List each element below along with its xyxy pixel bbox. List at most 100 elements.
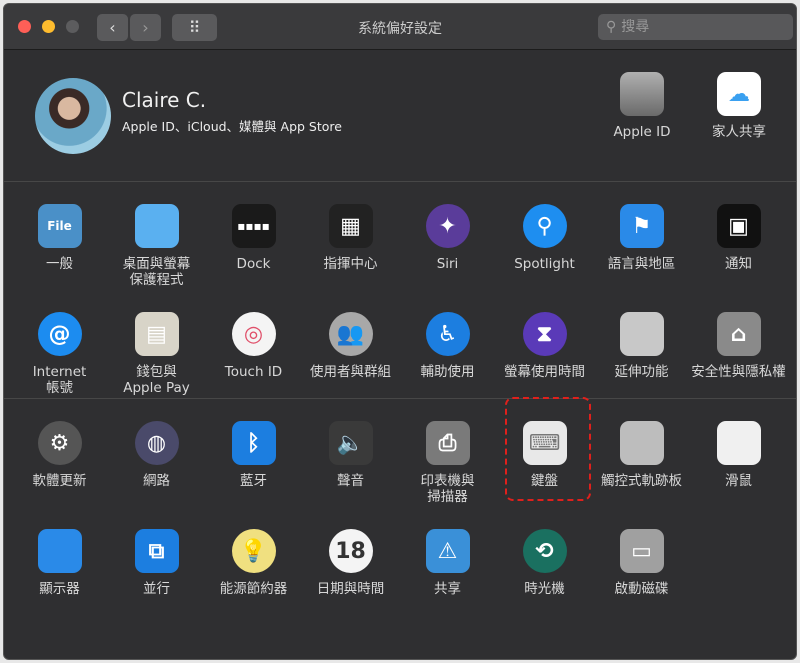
pref-label: 時光機: [524, 581, 565, 597]
pref-time-machine[interactable]: ⟲ 時光機: [496, 507, 593, 615]
pref-wallet[interactable]: ▤ 錢包與 Apple Pay: [108, 290, 205, 398]
pref-keyboard[interactable]: ⌨ 鍵盤: [496, 397, 593, 507]
accessibility-icon: ♿: [425, 312, 470, 356]
pref-label: Dock: [236, 256, 271, 272]
pref-label: 並行: [143, 581, 170, 597]
spotlight-icon: ⚲: [522, 204, 567, 248]
pref-spotlight[interactable]: ⚲ Spotlight: [496, 182, 593, 290]
displays-icon: [37, 529, 82, 573]
pref-extensions[interactable]: 延伸功能: [593, 290, 690, 398]
pref-energy-saver[interactable]: 💡 能源節約器: [205, 507, 302, 615]
pref-mission-control[interactable]: ▦ 指揮中心: [302, 182, 399, 290]
pref-security-privacy[interactable]: ⌂ 安全性與隱私權: [690, 290, 787, 398]
extensions-icon: [619, 312, 664, 356]
system-preferences-window: ‹ › ⠿ 系統偏好設定 ⚲ Claire C. Apple ID、iCloud…: [3, 3, 797, 660]
desktop-icon: [134, 204, 179, 248]
date-time-icon: 18: [328, 529, 373, 573]
user-name: Claire C.: [122, 88, 207, 112]
pref-label: 滑鼠: [725, 473, 752, 489]
pref-network[interactable]: ◍ 網路: [108, 399, 205, 507]
search-icon: ⚲: [606, 19, 617, 35]
pref-general[interactable]: File 一般: [11, 182, 108, 290]
pref-trackpad[interactable]: 觸控式軌跡板: [593, 399, 690, 507]
pref-label: Internet 帳號: [32, 364, 87, 396]
pref-label: 日期與時間: [316, 581, 385, 597]
dock-icon: ▪▪▪▪: [231, 204, 276, 248]
pref-apple-id[interactable]: Apple ID: [597, 72, 687, 140]
section-1: File 一般 桌面與螢幕 保護程式 ▪▪▪▪ Dock ▦ 指揮中心 ✦ Siri ⚲ Spotl…: [4, 182, 796, 399]
pref-users-groups[interactable]: 👥 使用者與群組: [302, 290, 399, 398]
network-icon: ◍: [134, 421, 179, 465]
pref-sound[interactable]: 🔈 聲音: [302, 399, 399, 507]
pref-label: Touch ID: [224, 364, 283, 380]
screen-time-icon: ⧗: [522, 312, 567, 356]
pref-bluetooth[interactable]: ᛒ 藍牙: [205, 399, 302, 507]
pref-label: 使用者與群組: [310, 364, 391, 380]
pref-mouse[interactable]: 滑鼠: [690, 399, 787, 507]
language-region-icon: ⚑: [619, 204, 664, 248]
sound-icon: 🔈: [328, 421, 373, 465]
pref-label: 軟體更新: [32, 473, 87, 489]
pref-startup-disk[interactable]: ▭ 啟動磁碟: [593, 507, 690, 615]
touch-id-icon: ◎: [231, 312, 276, 356]
pref-label: 觸控式軌跡板: [601, 473, 682, 489]
pref-date-time[interactable]: 18 日期與時間: [302, 507, 399, 615]
pref-label: 印表機與 掃描器: [420, 473, 475, 505]
pref-label: Spotlight: [514, 256, 575, 272]
pref-label: 共享: [434, 581, 461, 597]
pref-siri[interactable]: ✦ Siri: [399, 182, 496, 290]
search-input[interactable]: [621, 19, 772, 35]
startup-disk-icon: ▭: [619, 529, 664, 573]
apple-icon: [620, 72, 664, 116]
pref-printers-scanners[interactable]: ⎙ 印表機與 掃描器: [399, 399, 496, 507]
pref-software-update[interactable]: ⚙ 軟體更新: [11, 399, 108, 507]
pref-family-sharing[interactable]: ☁ 家人共享: [694, 72, 784, 140]
pref-label: 螢幕使用時間: [504, 364, 585, 380]
wallet-icon: ▤: [134, 312, 179, 356]
pref-label: 延伸功能: [614, 364, 669, 380]
mouse-icon: [716, 421, 761, 465]
search-field[interactable]: ⚲: [598, 14, 793, 40]
pref-label: Siri: [436, 256, 459, 272]
pref-accessibility[interactable]: ♿ 輔助使用: [399, 290, 496, 398]
apple-id-header: Claire C. Apple ID、iCloud、媒體與 App Store …: [4, 50, 796, 182]
pref-sharing[interactable]: ⚠ 共享: [399, 507, 496, 615]
pref-label: 一般: [46, 256, 73, 272]
pref-displays[interactable]: 顯示器: [11, 507, 108, 615]
pref-label: 指揮中心: [323, 256, 378, 272]
pref-label: 啟動磁碟: [614, 581, 669, 597]
pref-dock[interactable]: ▪▪▪▪ Dock: [205, 182, 302, 290]
section-2: ⚙ 軟體更新 ◍ 網路 ᛒ 藍牙 🔈 聲音 ⎙ 印表機與 掃描器 ⌨ 鍵盤 觸控式軌跡板 滑鼠顯示器 ⧉ 並行…: [4, 397, 796, 615]
software-update-icon: ⚙: [37, 421, 82, 465]
pref-screen-time[interactable]: ⧗ 螢幕使用時間: [496, 290, 593, 398]
printers-scanners-icon: ⎙: [425, 421, 470, 465]
user-subtitle: Apple ID、iCloud、媒體與 App Store: [122, 119, 342, 134]
pref-notifications[interactable]: ▣ 通知: [690, 182, 787, 290]
sidecar-icon: ⧉: [134, 529, 179, 573]
family-sharing-icon: ☁: [717, 72, 761, 116]
avatar[interactable]: [35, 78, 111, 154]
energy-saver-icon: 💡: [231, 529, 276, 573]
pref-label: 聲音: [337, 473, 364, 489]
pref-label: 桌面與螢幕 保護程式: [122, 256, 191, 288]
pref-label: 能源節約器: [219, 581, 288, 597]
pref-label: 錢包與 Apple Pay: [123, 364, 190, 396]
trackpad-icon: [619, 421, 664, 465]
bluetooth-icon: ᛒ: [231, 421, 276, 465]
pref-touch-id[interactable]: ◎ Touch ID: [205, 290, 302, 398]
mission-control-icon: ▦: [328, 204, 373, 248]
pref-label: 安全性與隱私權: [691, 364, 786, 380]
pref-language-region[interactable]: ⚑ 語言與地區: [593, 182, 690, 290]
pref-desktop[interactable]: 桌面與螢幕 保護程式: [108, 182, 205, 290]
time-machine-icon: ⟲: [522, 529, 567, 573]
sharing-icon: ⚠: [425, 529, 470, 573]
security-privacy-icon: ⌂: [716, 312, 761, 356]
selection-highlight: [505, 397, 591, 501]
pref-sidecar[interactable]: ⧉ 並行: [108, 507, 205, 615]
pref-internet-accounts[interactable]: @ Internet 帳號: [11, 290, 108, 398]
pref-label: 網路: [143, 473, 170, 489]
pref-label: 語言與地區: [607, 256, 676, 272]
pref-label: 顯示器: [39, 581, 80, 597]
internet-accounts-icon: @: [37, 312, 82, 356]
titlebar: ‹ › ⠿ 系統偏好設定 ⚲: [4, 4, 796, 50]
